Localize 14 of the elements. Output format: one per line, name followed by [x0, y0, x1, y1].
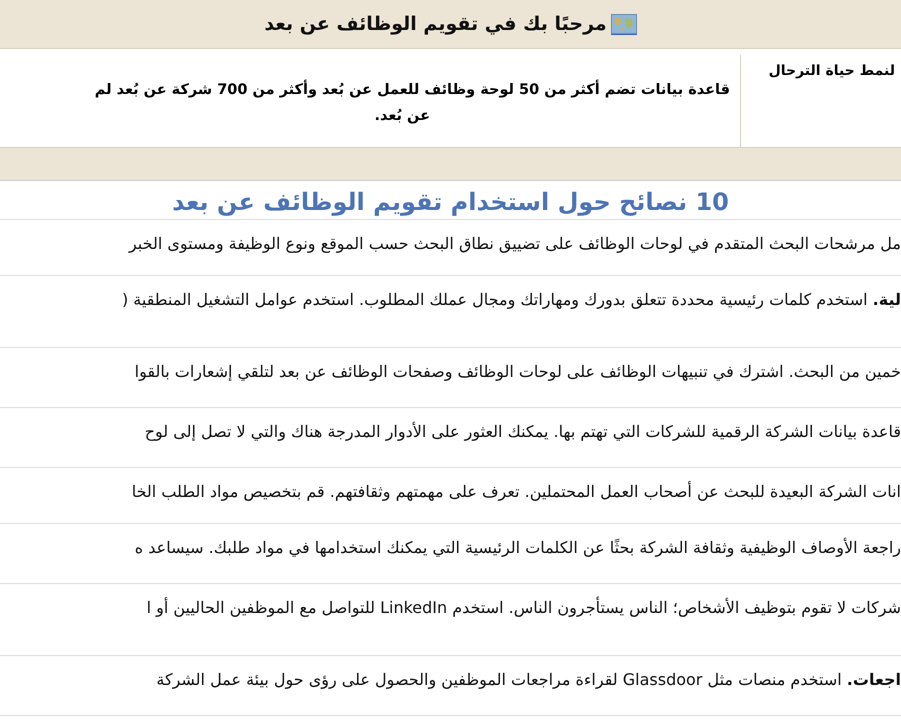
- tip-text: مل مرشحات البحث المتقدم في لوحات الوظائف على تضييق نطاق البحث حسب الموقع ونوع الوظيفة ومستوى الخبر: [128, 234, 901, 253]
- cell-text: قاعدة بيانات تضم أكثر من 50 لوحة وظائف للعمل عن بُعد وأكثر من 700 شركة عن بُعد لم: [94, 77, 730, 103]
- tip-text: خمين من البحث. اشترك في تنبيهات الوظائف على لوحات الوظائف وصفحات الوظائف عن بعد لتلقي إشعارات بالقوا: [134, 362, 901, 381]
- tip-text: اجعات. استخدم منصات مثل Glassdoor لقراءة مراجعات الموظفين والحصول على رؤى حول بيئة عمل الشركة: [156, 670, 901, 689]
- map-icon: [610, 14, 637, 34]
- cell-text: عن بُعد.: [374, 107, 430, 126]
- page-title[interactable]: مرحبًا بك في تقويم الوظائف عن بعد: [264, 13, 607, 35]
- tip-text: راجعة الأوصاف الوظيفية وثقافة الشركة بحثًا عن الكلمات الرئيسية التي يمكنك استخدامها في مواد طلبك. سيساعد ه: [134, 538, 901, 557]
- tip-text: انات الشركة البعيدة للبحث عن أصحاب العمل المحتملين. تعرف على مهمتهم وثقافتهم. قم بتخصيص مواد الطلب الخا: [132, 482, 901, 501]
- table-cell: لنمط حياة الترحال: [740, 55, 901, 147]
- tip-text: شركات لا تقوم بتوظيف الأشخاص؛ الناس يستأجرون الناس. استخدم LinkedIn للتواصل مع الموظفين الحاليين أو ا: [146, 598, 901, 617]
- tip-text: قاعدة بيانات الشركة الرقمية للشركات التي تهتم بها. يمكنك العثور على الأدوار المدرجة هناك والتي لا تصل إلى لوح: [144, 422, 901, 441]
- tip-text: لية. استخدم كلمات رئيسية محددة تتعلق بدورك ومهاراتك ومجال عملك المطلوب. استخدم عوامل التشغيل المنطقية (: [122, 290, 901, 309]
- section-heading: 10 نصائح حول استخدام تقويم الوظائف عن بعد: [0, 181, 901, 220]
